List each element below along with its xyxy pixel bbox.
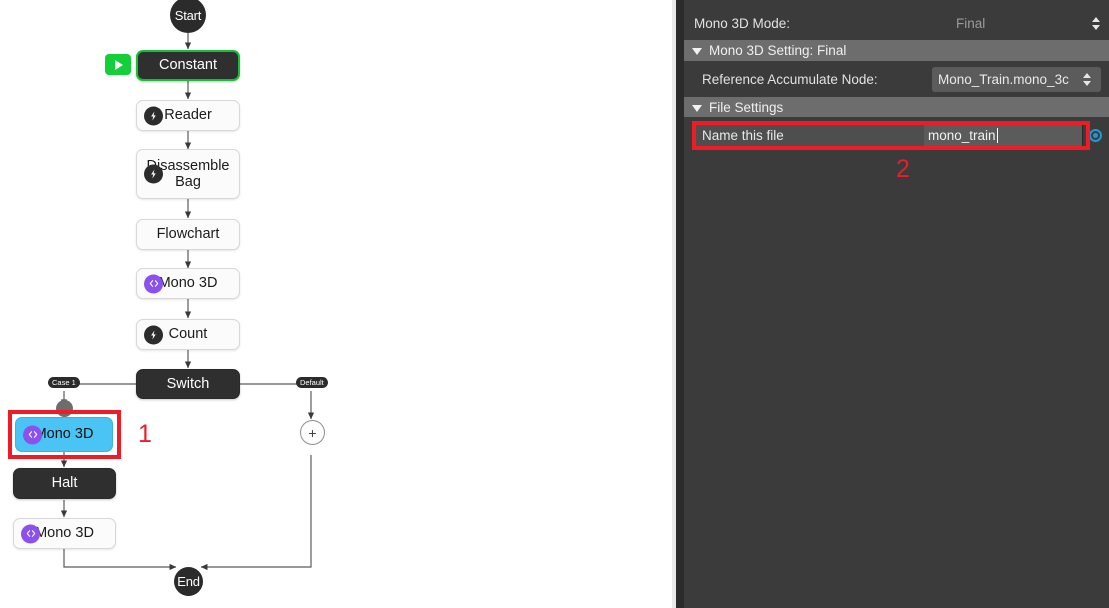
application-window: Start Constant Reader Disassemble Bag Fl… — [0, 0, 1109, 608]
reset-value-icon[interactable] — [1089, 129, 1102, 142]
run-node-button[interactable] — [105, 54, 131, 75]
bolt-icon — [144, 325, 163, 344]
stepper-down-icon[interactable] — [1091, 24, 1100, 30]
stepper-down-icon[interactable] — [1082, 81, 1091, 86]
stepper-up-icon[interactable] — [1082, 73, 1091, 78]
node-switch-label: Switch — [166, 375, 210, 392]
group-header-file-settings[interactable]: File Settings — [684, 97, 1109, 117]
mono-3d-mode-stepper[interactable] — [1090, 16, 1101, 30]
port-default[interactable]: Default — [296, 377, 328, 389]
node-count[interactable]: Count — [136, 319, 240, 350]
node-mono-3d-bottom-label: Mono 3D — [35, 525, 94, 542]
port-default-label: Default — [300, 378, 324, 387]
highlight-box-2 — [692, 121, 1090, 150]
plus-icon: + — [308, 424, 317, 441]
node-count-label: Count — [168, 326, 208, 343]
reference-accumulate-node-stepper[interactable] — [1081, 73, 1092, 86]
node-reader[interactable]: Reader — [136, 100, 240, 131]
properties-panel-body: Mono 3D Mode: Final Mono 3D Setting: Fin… — [684, 0, 1109, 608]
bolt-icon — [144, 164, 163, 184]
flow-graph-canvas[interactable]: Start Constant Reader Disassemble Bag Fl… — [0, 0, 672, 608]
port-case-1[interactable]: Case 1 — [48, 377, 80, 389]
stepper-up-icon[interactable] — [1091, 16, 1100, 22]
reference-accumulate-node-dropdown[interactable]: Mono_Train.mono_3c — [932, 67, 1101, 92]
node-disassemble-bag[interactable]: Disassemble Bag — [136, 149, 240, 199]
group-header-file-settings-label: File Settings — [709, 99, 784, 115]
group-header-mono-3d-setting-label: Mono 3D Setting: Final — [709, 43, 847, 58]
highlight-box-1 — [8, 410, 121, 459]
node-flowchart[interactable]: Flowchart — [136, 219, 240, 250]
node-halt-label: Halt — [51, 475, 78, 492]
row-mono-3d-mode: Mono 3D Mode: Final — [684, 10, 1109, 36]
add-node-button[interactable]: + — [300, 420, 325, 445]
node-constant[interactable]: Constant — [136, 50, 240, 81]
group-header-mono-3d-setting[interactable]: Mono 3D Setting: Final — [684, 40, 1109, 61]
node-start-label: Start — [174, 7, 202, 23]
port-case-1-label: Case 1 — [52, 378, 76, 387]
node-mono-3d-bottom[interactable]: Mono 3D — [13, 518, 116, 549]
properties-panel: Mono 3D Mode: Final Mono 3D Setting: Fin… — [672, 0, 1109, 608]
mono-3d-mode-value[interactable]: Final — [956, 16, 985, 31]
code-icon — [21, 524, 40, 543]
mono-3d-mode-label: Mono 3D Mode: — [694, 15, 791, 31]
node-switch[interactable]: Switch — [136, 369, 240, 399]
chevron-down-icon[interactable] — [692, 104, 702, 112]
node-end[interactable]: End — [174, 567, 203, 596]
node-halt[interactable]: Halt — [13, 468, 116, 499]
node-mono-3d-top-label: Mono 3D — [158, 275, 218, 292]
code-icon — [144, 274, 163, 293]
chevron-down-icon[interactable] — [692, 48, 702, 55]
node-end-label: End — [177, 574, 200, 589]
play-icon — [115, 59, 123, 70]
annotation-1: 1 — [138, 420, 152, 448]
reference-accumulate-node-value: Mono_Train.mono_3c — [938, 72, 1069, 87]
annotation-2: 2 — [896, 155, 910, 183]
bolt-icon — [144, 106, 163, 125]
node-reader-label: Reader — [164, 107, 212, 124]
panel-divider-dark — [676, 0, 684, 608]
node-flowchart-label: Flowchart — [156, 226, 220, 243]
node-mono-3d-top[interactable]: Mono 3D — [136, 268, 240, 299]
node-constant-label: Constant — [158, 57, 218, 74]
reference-accumulate-node-label: Reference Accumulate Node: — [702, 72, 878, 87]
graph-edges — [60, 33, 315, 571]
